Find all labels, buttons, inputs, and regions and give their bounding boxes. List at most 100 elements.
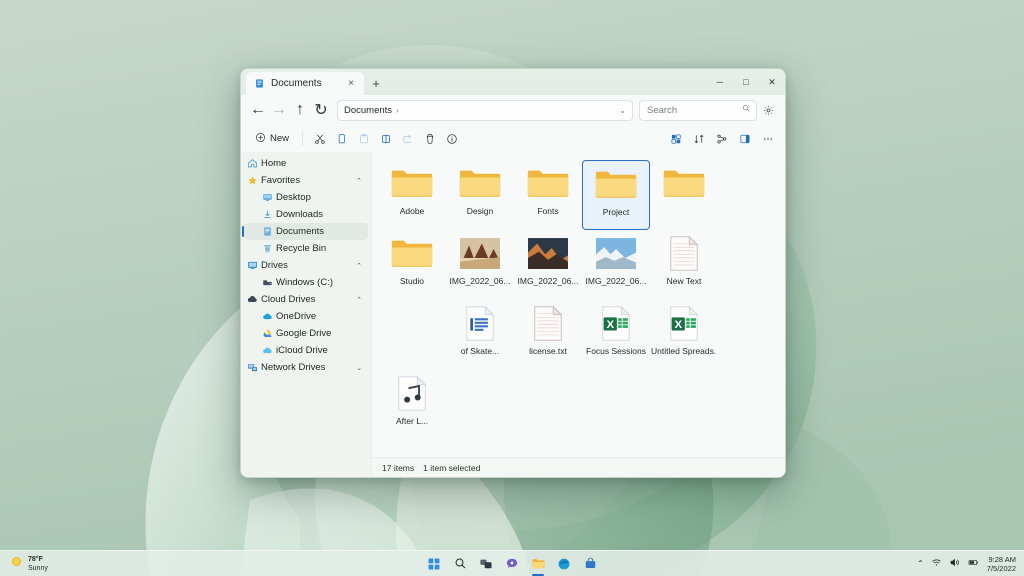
expand-chevron-icon[interactable]: ⌃ [356, 177, 362, 185]
tray-chevron-icon[interactable]: ⌃ [917, 559, 924, 568]
chat-icon[interactable] [501, 553, 523, 575]
text-icon [661, 234, 707, 272]
new-tab-button[interactable]: + [364, 72, 388, 95]
start-button[interactable] [423, 553, 445, 575]
file-name: Focus Sessions [583, 346, 649, 357]
file-item[interactable] [378, 300, 446, 370]
close-button[interactable]: ✕ [759, 69, 785, 95]
downloads-icon [259, 209, 276, 220]
wifi-icon[interactable] [931, 555, 942, 573]
more-icon[interactable] [757, 129, 778, 149]
sidebar-item-icloud-drive[interactable]: iCloud Drive [244, 342, 368, 359]
expand-chevron-icon[interactable]: ⌃ [356, 296, 362, 304]
text-icon [525, 304, 571, 342]
toolbar-divider [302, 132, 303, 146]
address-bar: ← → ↑ ↻ Documents › ⌄ Search [241, 95, 785, 125]
file-item[interactable]: IMG_2022_06... [514, 230, 582, 300]
store-icon[interactable] [579, 553, 601, 575]
folder-item[interactable]: Fonts [514, 160, 582, 230]
folder-item[interactable] [650, 160, 718, 230]
weather-widget[interactable]: 78°F Sunny [0, 555, 48, 573]
file-item[interactable]: of Skate... [446, 300, 514, 370]
back-button[interactable]: ← [248, 100, 268, 120]
file-item[interactable]: New Text [650, 230, 718, 300]
file-item[interactable]: After L... [378, 370, 446, 440]
breadcrumb[interactable]: Documents › ⌄ [337, 100, 633, 121]
expand-chevron-icon[interactable]: ⌄ [356, 364, 362, 372]
taskbar: 78°F Sunny ⌃ [0, 550, 1024, 576]
file-name: IMG_2022_06... [583, 276, 649, 287]
sidebar-item-documents[interactable]: Documents [244, 223, 368, 240]
monitor-icon [244, 260, 261, 271]
content-pane: AdobeDesignFontsProjectStudioIMG_2022_06… [371, 152, 785, 477]
google-drive-icon [259, 328, 276, 339]
file-item[interactable]: XUntitled Spreads... [650, 300, 718, 370]
toolbar-right-group [665, 129, 778, 149]
layout-pane-icon[interactable] [734, 129, 755, 149]
task-view-icon[interactable] [475, 553, 497, 575]
clock-time: 9:28 AM [988, 555, 1016, 564]
sort-icon[interactable] [688, 129, 709, 149]
file-name: Design [447, 206, 513, 217]
rename-icon[interactable] [375, 129, 396, 149]
sidebar-item-home[interactable]: Home [244, 155, 368, 172]
sidebar-item-favorites[interactable]: Favorites⌃ [244, 172, 368, 189]
copy-icon[interactable] [331, 129, 352, 149]
properties-icon[interactable] [441, 129, 462, 149]
folder-item[interactable]: Project [582, 160, 650, 230]
sidebar-item-recycle-bin[interactable]: Recycle Bin [244, 240, 368, 257]
delete-icon[interactable] [419, 129, 440, 149]
sidebar-item-drives[interactable]: Drives ⌃ [244, 257, 368, 274]
expand-chevron-icon[interactable]: ⌃ [356, 262, 362, 270]
edge-icon[interactable] [553, 553, 575, 575]
search-taskbar-icon[interactable] [449, 553, 471, 575]
file-name: IMG_2022_06... [515, 276, 581, 287]
search-placeholder: Search [647, 105, 677, 116]
sidebar-item-cloud-drives[interactable]: Cloud Drives⌃ [244, 291, 368, 308]
file-item[interactable]: IMG_2022_06... [446, 230, 514, 300]
file-item[interactable]: X Focus Sessions [582, 300, 650, 370]
volume-icon[interactable] [949, 555, 960, 573]
refresh-button[interactable]: ↻ [311, 100, 331, 120]
search-input[interactable]: Search [639, 100, 757, 121]
folder-item[interactable]: Design [446, 160, 514, 230]
cut-icon[interactable] [309, 129, 330, 149]
sidebar-item-desktop[interactable]: Desktop [244, 189, 368, 206]
chevron-down-icon[interactable]: ⌄ [619, 106, 626, 115]
navigation-pane: HomeFavorites⌃DesktopDownloadsDocumentsR… [241, 152, 371, 477]
recycle-bin-icon [259, 243, 276, 254]
gear-icon[interactable] [758, 100, 778, 120]
breadcrumb-separator: › [396, 106, 399, 115]
minimize-button[interactable]: ─ [707, 69, 733, 95]
up-button[interactable]: ↑ [290, 100, 310, 120]
maximize-button[interactable]: □ [733, 69, 759, 95]
file-name: Project [583, 207, 649, 218]
folder-item[interactable]: Studio [378, 230, 446, 300]
group-icon[interactable] [711, 129, 732, 149]
clock[interactable]: 9:28 AM 7/5/2022 [987, 555, 1016, 573]
tab-strip: Documents × + [241, 69, 388, 95]
clock-date: 7/5/2022 [987, 564, 1016, 573]
forward-button[interactable]: → [269, 100, 289, 120]
paste-icon[interactable] [353, 129, 374, 149]
file-explorer-icon[interactable] [527, 553, 549, 575]
folder-item[interactable]: Adobe [378, 160, 446, 230]
item-count: 17 items [382, 463, 414, 473]
file-name: Studio [379, 276, 445, 287]
sidebar-item-label: Drives [261, 260, 288, 271]
new-button[interactable]: New [251, 129, 296, 149]
blank-icon [389, 304, 435, 342]
file-item[interactable]: license.txt [514, 300, 582, 370]
sidebar-item-downloads[interactable]: Downloads [244, 206, 368, 223]
tab-documents[interactable]: Documents × [246, 72, 364, 95]
excel-icon: X [593, 304, 639, 342]
share-icon[interactable] [397, 129, 418, 149]
file-item[interactable]: IMG_2022_06... [582, 230, 650, 300]
battery-icon[interactable] [967, 555, 980, 573]
sidebar-item-onedrive[interactable]: OneDrive [244, 308, 368, 325]
tab-close-icon[interactable]: × [344, 77, 358, 91]
sidebar-item-google-drive[interactable]: Google Drive [244, 325, 368, 342]
view-icon[interactable] [665, 129, 686, 149]
sidebar-item-windows-c[interactable]: Windows (C:) [244, 274, 368, 291]
sidebar-item-network-drives[interactable]: Network Drives⌄ [244, 359, 368, 376]
